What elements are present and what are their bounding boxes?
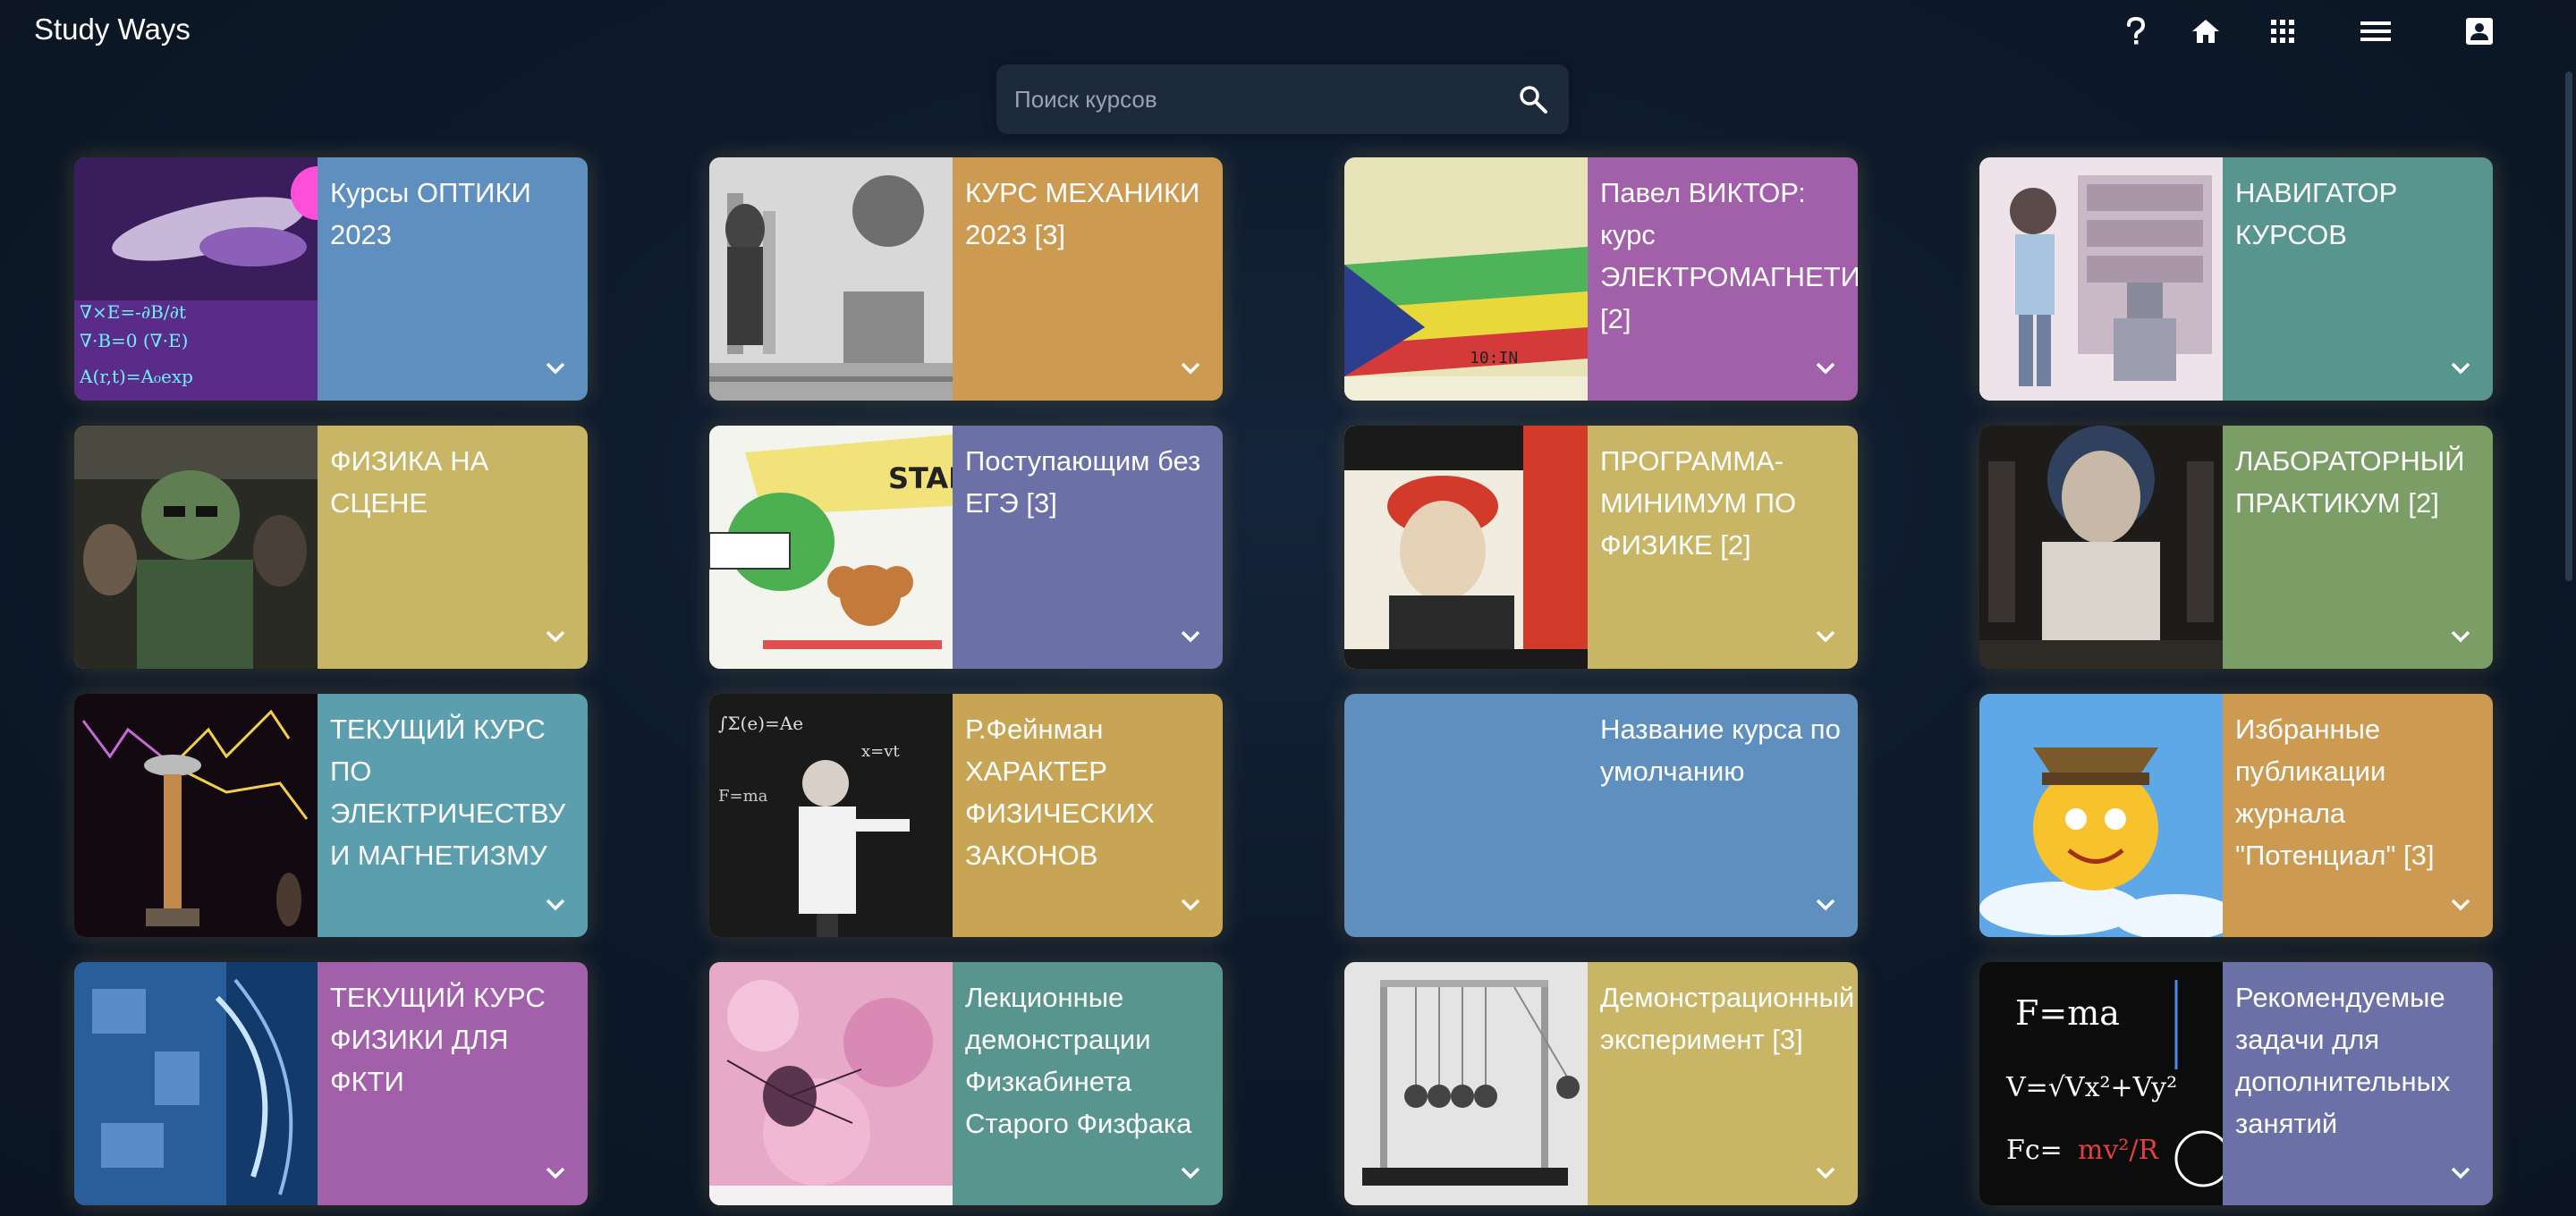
chevron-down-icon[interactable] bbox=[1178, 628, 1203, 646]
course-title: ПРОГРАММА- МИНИМУМ ПО ФИЗИКЕ [2] bbox=[1600, 445, 1797, 561]
course-title: Название курса по умолчанию bbox=[1600, 714, 1841, 787]
course-title: Павел ВИКТОР: курс ЭЛЕКТРОМАГНЕТИЗ [2] bbox=[1600, 177, 1858, 334]
top-navbar: Study Ways bbox=[0, 0, 2576, 63]
course-title: Демонстрационный эксперимент [3] bbox=[1600, 982, 1855, 1055]
course-card-potential-journal[interactable]: Избранные публикации журнала "Потенциал"… bbox=[1979, 694, 2493, 937]
chevron-down-icon[interactable] bbox=[543, 896, 568, 914]
svg-text:A(r,t)=A₀exp: A(r,t)=A₀exp bbox=[79, 366, 193, 387]
course-image-fkti bbox=[74, 962, 318, 1205]
course-image-optics: ∇×E=-∂B/∂t ∇·B=0 (∇·E) A(r,t)=A₀exp bbox=[74, 157, 318, 401]
course-card-physics-on-stage[interactable]: ФИЗИКА НА СЦЕНЕ bbox=[74, 426, 588, 669]
course-image-electromagnetism: 10:IN bbox=[1344, 157, 1588, 401]
svg-text:F=ma: F=ma bbox=[2015, 993, 2120, 1033]
course-card-lecture-demonstrations[interactable]: Лекционные демонстрации Физкабинета Стар… bbox=[709, 962, 1223, 1205]
svg-text:STAR: STAR bbox=[888, 461, 953, 495]
svg-text:Fc=: Fc= bbox=[2006, 1135, 2063, 1166]
course-grid: ∇×E=-∂B/∂t ∇·B=0 (∇·E) A(r,t)=A₀exp Курс… bbox=[74, 157, 2493, 1205]
svg-text:F=ma: F=ma bbox=[718, 787, 768, 806]
chevron-down-icon[interactable] bbox=[543, 359, 568, 377]
course-title: КУРС МЕХАНИКИ 2023 [3] bbox=[965, 177, 1200, 250]
course-card-feynman[interactable]: ∫Σ(e)=Ae x=vt F=ma Р.Фейнман ХАРАКТЕР ФИ… bbox=[709, 694, 1223, 937]
svg-text:∇·B=0 (∇·E): ∇·B=0 (∇·E) bbox=[80, 330, 188, 351]
course-image-lecture-demos bbox=[709, 962, 953, 1205]
course-title: Поступающим без ЕГЭ [3] bbox=[965, 445, 1201, 519]
course-title: Курсы ОПТИКИ 2023 bbox=[330, 177, 531, 250]
course-card-no-ege[interactable]: STAR Поступающим без ЕГЭ [3] bbox=[709, 426, 1223, 669]
search-icon[interactable] bbox=[1497, 64, 1569, 134]
course-card-program-minimum[interactable]: ПРОГРАММА- МИНИМУМ ПО ФИЗИКЕ [2] bbox=[1344, 426, 1858, 669]
course-card-mechanics-2023[interactable]: КУРС МЕХАНИКИ 2023 [3] bbox=[709, 157, 1223, 401]
chevron-down-icon[interactable] bbox=[1813, 896, 1838, 914]
apps-grid-icon[interactable] bbox=[2263, 13, 2302, 50]
svg-text:∫Σ(e)=Ae: ∫Σ(e)=Ae bbox=[718, 713, 803, 734]
course-image-program-minimum bbox=[1344, 426, 1588, 669]
course-card-default[interactable]: Название курса по умолчанию bbox=[1344, 694, 1858, 937]
page-scrollbar[interactable] bbox=[2565, 72, 2572, 581]
chevron-down-icon[interactable] bbox=[1813, 1164, 1838, 1182]
svg-text:x=vt: x=vt bbox=[861, 742, 900, 761]
svg-text:10:IN: 10:IN bbox=[1470, 349, 1518, 367]
course-image-feynman: ∫Σ(e)=Ae x=vt F=ma bbox=[709, 694, 953, 937]
course-image-formulas-blackboard: F=ma V=√Vx²+Vy² Fc= mv²/R bbox=[1979, 962, 2223, 1205]
course-image-no-ege: STAR bbox=[709, 426, 953, 669]
course-image-placeholder bbox=[1344, 694, 1588, 937]
course-search-bar bbox=[996, 64, 1569, 134]
chevron-down-icon[interactable] bbox=[543, 628, 568, 646]
chevron-down-icon[interactable] bbox=[2448, 896, 2473, 914]
help-icon[interactable] bbox=[2116, 13, 2156, 50]
chevron-down-icon[interactable] bbox=[1178, 359, 1203, 377]
course-card-fkti[interactable]: ТЕКУЩИЙ КУРС ФИЗИКИ ДЛЯ ФКТИ bbox=[74, 962, 588, 1205]
course-image-navigator bbox=[1979, 157, 2223, 401]
course-image-tesla-coil bbox=[74, 694, 318, 937]
chevron-down-icon[interactable] bbox=[2448, 359, 2473, 377]
course-title: Рекомендуемые задачи для дополнительных … bbox=[2235, 982, 2451, 1139]
chevron-down-icon[interactable] bbox=[2448, 1164, 2473, 1182]
course-title: ФИЗИКА НА СЦЕНЕ bbox=[330, 445, 489, 519]
menu-icon[interactable] bbox=[2356, 13, 2395, 50]
account-icon[interactable] bbox=[2460, 13, 2499, 50]
chevron-down-icon[interactable] bbox=[543, 1164, 568, 1182]
course-title: Лекционные демонстрации Физкабинета Стар… bbox=[965, 982, 1192, 1139]
course-title: НАВИГАТОР КУРСОВ bbox=[2235, 177, 2398, 250]
course-image-sun-mascot bbox=[1979, 694, 2223, 937]
home-icon[interactable] bbox=[2186, 13, 2225, 50]
chevron-down-icon[interactable] bbox=[1178, 1164, 1203, 1182]
course-card-electricity-magnetism[interactable]: ТЕКУЩИЙ КУРС ПО ЭЛЕКТРИЧЕСТВУ И МАГНЕТИЗ… bbox=[74, 694, 588, 937]
course-title: Р.Фейнман ХАРАКТЕР ФИЗИЧЕСКИХ ЗАКОНОВ bbox=[965, 714, 1155, 871]
course-card-optics-2023[interactable]: ∇×E=-∂B/∂t ∇·B=0 (∇·E) A(r,t)=A₀exp Курс… bbox=[74, 157, 588, 401]
course-card-demonstration-experiment[interactable]: Демонстрационный эксперимент [3] bbox=[1344, 962, 1858, 1205]
chevron-down-icon[interactable] bbox=[2448, 628, 2473, 646]
course-image-physics-stage bbox=[74, 426, 318, 669]
svg-text:∇×E=-∂B/∂t: ∇×E=-∂B/∂t bbox=[80, 301, 186, 323]
search-input[interactable] bbox=[996, 64, 1497, 134]
course-title: ТЕКУЩИЙ КУРС ФИЗИКИ ДЛЯ ФКТИ bbox=[330, 982, 546, 1097]
course-title: ТЕКУЩИЙ КУРС ПО ЭЛЕКТРИЧЕСТВУ И МАГНЕТИЗ… bbox=[330, 714, 566, 871]
chevron-down-icon[interactable] bbox=[1178, 896, 1203, 914]
svg-text:V=√Vx²+Vy²: V=√Vx²+Vy² bbox=[2005, 1072, 2177, 1103]
course-card-recommended-problems[interactable]: F=ma V=√Vx²+Vy² Fc= mv²/R Рекомендуемые … bbox=[1979, 962, 2493, 1205]
course-title: ЛАБОРАТОРНЫЙ ПРАКТИКУМ [2] bbox=[2235, 445, 2465, 519]
course-image-newtons-cradle bbox=[1344, 962, 1588, 1205]
svg-text:mv²/R: mv²/R bbox=[2078, 1135, 2160, 1166]
course-title: Избранные публикации журнала "Потенциал"… bbox=[2235, 714, 2435, 871]
chevron-down-icon[interactable] bbox=[1813, 359, 1838, 377]
course-card-electromagnetism-viktor[interactable]: 10:IN Павел ВИКТОР: курс ЭЛЕКТРОМАГНЕТИЗ… bbox=[1344, 157, 1858, 401]
course-card-navigator[interactable]: НАВИГАТОР КУРСОВ bbox=[1979, 157, 2493, 401]
course-card-lab-practicum[interactable]: ЛАБОРАТОРНЫЙ ПРАКТИКУМ [2] bbox=[1979, 426, 2493, 669]
course-image-lab-practicum bbox=[1979, 426, 2223, 669]
brand-logo-text[interactable]: Study Ways bbox=[34, 13, 191, 46]
chevron-down-icon[interactable] bbox=[1813, 628, 1838, 646]
course-image-mechanics bbox=[709, 157, 953, 401]
